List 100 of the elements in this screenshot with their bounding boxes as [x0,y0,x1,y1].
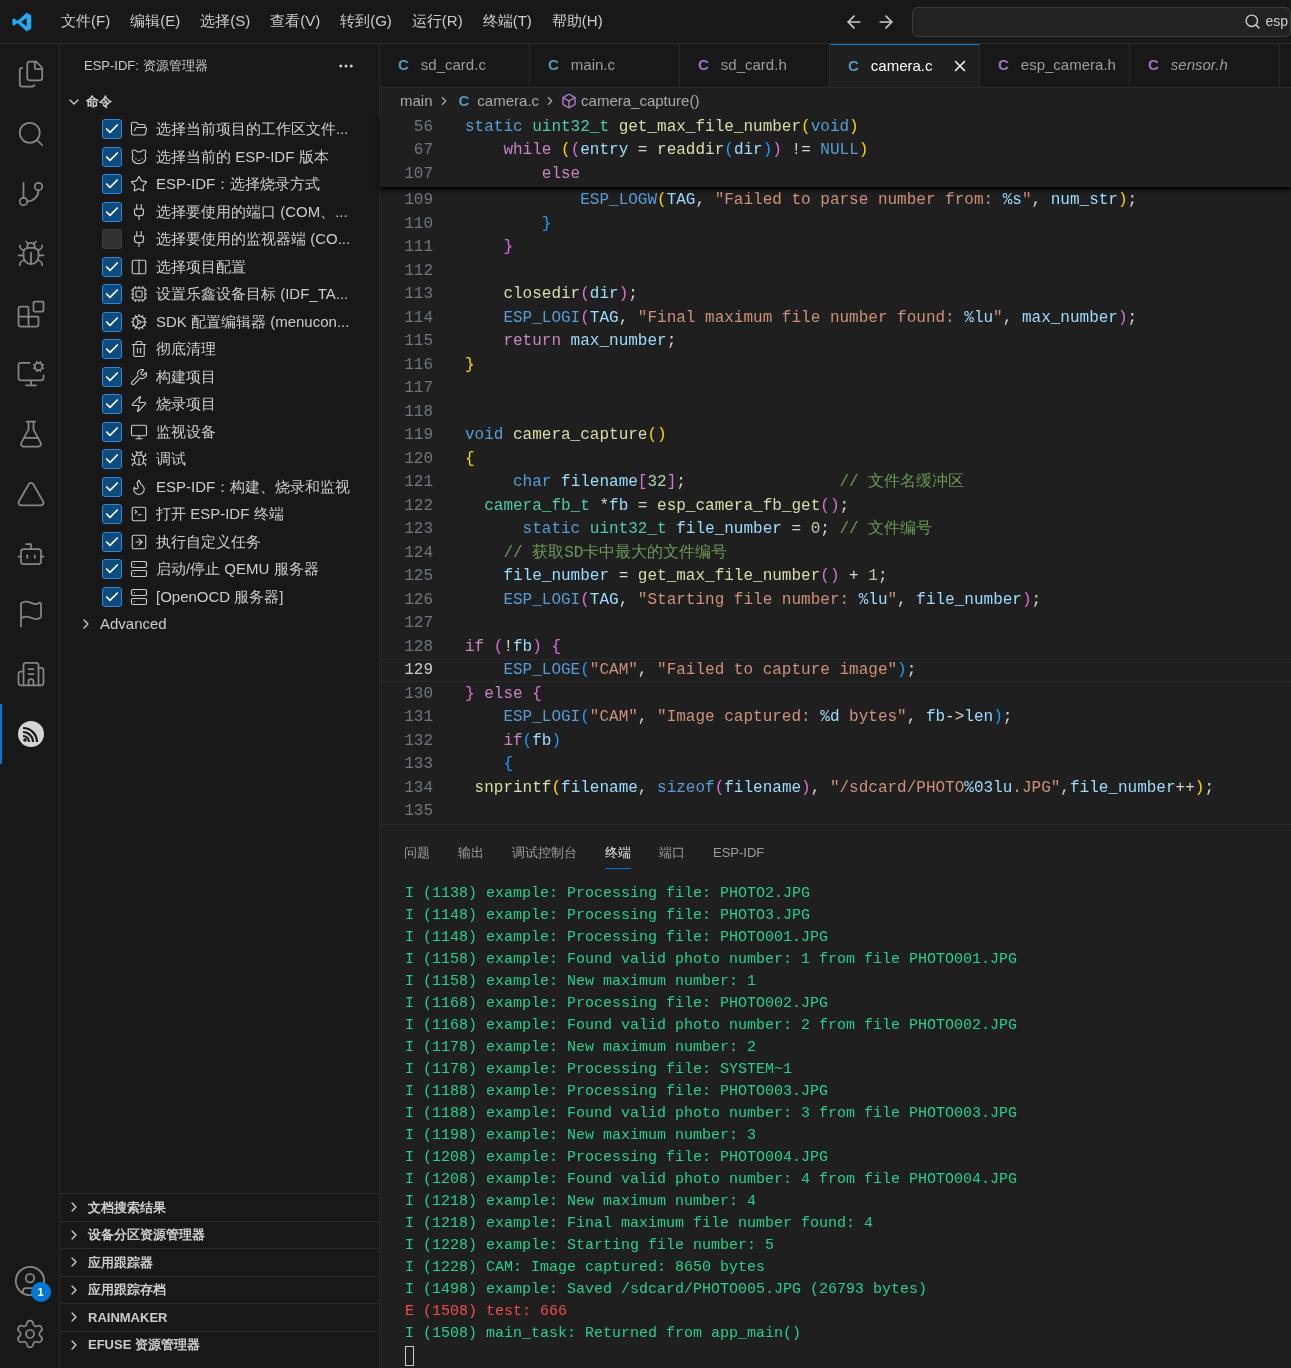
panel-tab[interactable]: 问题 [404,842,430,869]
command-label[interactable]: SDK 配置编辑器 (menucon... [156,310,350,333]
menu-item[interactable]: 查看(V) [260,10,331,33]
tree-item[interactable]: 命令 [60,88,379,116]
checkbox[interactable] [102,229,122,250]
breadcrumb-item[interactable]: main [400,89,433,113]
command-label[interactable]: 构建项目 [156,365,216,388]
command-label[interactable]: 设置乐鑫设备目标 (IDF_TA... [156,283,349,306]
checkbox[interactable] [102,559,122,580]
editor-tab[interactable]: C sensor.h [1130,44,1280,87]
menu-item[interactable]: 运行(R) [401,10,473,33]
extensions-icon[interactable] [15,299,46,329]
menu-item[interactable]: 编辑(E) [120,10,191,33]
checkbox[interactable] [102,421,122,442]
command-label[interactable]: 选择要使用的监视器端 (CO... [156,228,351,251]
code-line: ESP_LOGI("CAM", "Image captured: %d bytes", fb->len); [502,707,1013,729]
menu-item[interactable]: 帮助(H) [541,10,613,33]
line-number: 120 [403,448,433,470]
line-number: 133 [403,754,433,776]
checkbox[interactable] [102,586,122,607]
editor-tab[interactable]: C camera.c [830,44,980,87]
command-label[interactable]: 选择当前项目的工作区文件... [156,118,349,141]
columns-icon [130,257,148,276]
menu-item[interactable]: 选择(S) [190,10,261,33]
menu-item[interactable]: 转到(G) [330,10,402,33]
building-icon[interactable] [15,659,46,689]
checkbox[interactable] [102,476,122,497]
section-header[interactable]: RAINMAKER [60,1303,379,1331]
command-label[interactable]: ESP-IDF：构建、烧录和监视 [156,475,351,498]
checkbox[interactable] [102,256,122,277]
command-label[interactable]: ESP-IDF：选择烧录方式 [156,173,321,196]
code-line: char filename[32]; // 文件名缓冲区 [512,471,965,494]
command-label[interactable]: 选择项目配置 [156,255,246,278]
command-label[interactable]: 监视设备 [156,420,216,443]
breadcrumb-item[interactable]: camera.c [477,89,540,113]
checkbox[interactable] [102,394,122,415]
checkbox[interactable] [102,284,122,305]
panel-tab[interactable]: 端口 [659,842,685,869]
breadcrumb-item[interactable]: camera_capture() [581,89,700,113]
checkbox[interactable] [102,311,122,332]
command-label[interactable]: 选择要使用的端口 (COM、... [156,200,348,223]
terminal-line: I (1198) example: New maximum number: 3 [405,1126,758,1146]
terminal-line: I (1228) example: Starting file number: 5 [405,1236,776,1256]
terminal-line: I (1158) example: New maximum number: 1 [405,972,758,992]
espressif-logo-icon[interactable] [15,719,46,749]
section-header[interactable]: 文档搜索结果 [60,1193,379,1221]
terminal-line: I (1178) example: New maximum number: 2 [405,1038,758,1058]
section-header[interactable]: EFUSE 资源管理器 [60,1330,379,1358]
run-debug-icon[interactable] [15,239,46,269]
command-label[interactable]: 调试 [156,448,186,471]
editor-tab[interactable]: C sd_card.c [380,44,530,87]
command-label[interactable]: [OpenOCD 服务器] [156,585,284,608]
account-icon[interactable] [12,1264,47,1298]
checkbox[interactable] [102,174,122,195]
editor-tab[interactable]: C main.c [530,44,680,87]
terminal-line: I (1208) example: Processing file: PHOTO004.JPG [405,1148,830,1168]
command-label[interactable]: 执行自定义任务 [156,530,261,553]
checkbox[interactable] [102,146,122,167]
code-line: else [540,163,581,185]
checkbox[interactable] [102,201,122,222]
menu-item[interactable]: 文件(F) [51,10,121,33]
checkbox[interactable] [102,531,122,552]
file-type-icon: C [458,89,470,113]
triangle-icon[interactable] [15,479,46,509]
remote-monitor-icon[interactable] [15,359,46,389]
line-number: 114 [403,307,433,329]
checkbox[interactable] [102,504,122,525]
terminal-line: I (1168) example: Found valid photo number: 2 from file PHOTO002.JPG [405,1016,1019,1036]
file-type-icon: C [998,54,1009,77]
cat-icon [130,147,148,166]
section-header[interactable]: 应用跟踪存档 [60,1275,379,1303]
checkbox[interactable] [102,449,122,470]
section-header[interactable]: 设备分区资源管理器 [60,1220,379,1248]
panel-tab[interactable]: ESP-IDF [713,842,765,869]
checkbox[interactable] [102,366,122,387]
command-label[interactable]: 彻底清理 [156,338,216,361]
checkbox[interactable] [102,119,122,140]
terminal-line: I (1148) example: Processing file: PHOTO3.JPG [405,906,812,926]
command-label[interactable]: 选择当前的 ESP-IDF 版本 [156,145,329,168]
line-number: 134 [403,777,433,799]
code-line: static uint32_t file_number = 0; // 文件编号 [521,518,933,541]
checkbox[interactable] [102,339,122,360]
line-number: 56 [412,116,433,138]
editor-tab[interactable]: C esp_camera.h [980,44,1130,87]
search-field[interactable]: esp [912,6,1291,37]
tree-item[interactable]: Advanced [60,610,379,638]
menu-item[interactable]: 终端(T) [472,10,542,33]
command-label[interactable]: 烧录项目 [156,393,216,416]
command-label[interactable]: 启动/停止 QEMU 服务器 [156,558,319,581]
panel-tab[interactable]: 终端 [605,842,631,869]
panel-tab[interactable]: 调试控制台 [512,842,577,869]
tab-label: main.c [570,55,616,76]
tab-label: sensor.h [1170,55,1228,76]
folder-icon [130,120,148,139]
code-line: ESP_LOGI(TAG, "Starting file number: %lu", file_number); [502,589,1042,611]
flame-icon [130,477,148,496]
panel-tab[interactable]: 输出 [458,842,484,869]
command-label[interactable]: 打开 ESP-IDF 终端 [156,503,284,526]
section-header[interactable]: 应用跟踪器 [60,1248,379,1276]
cube-icon [561,93,578,109]
